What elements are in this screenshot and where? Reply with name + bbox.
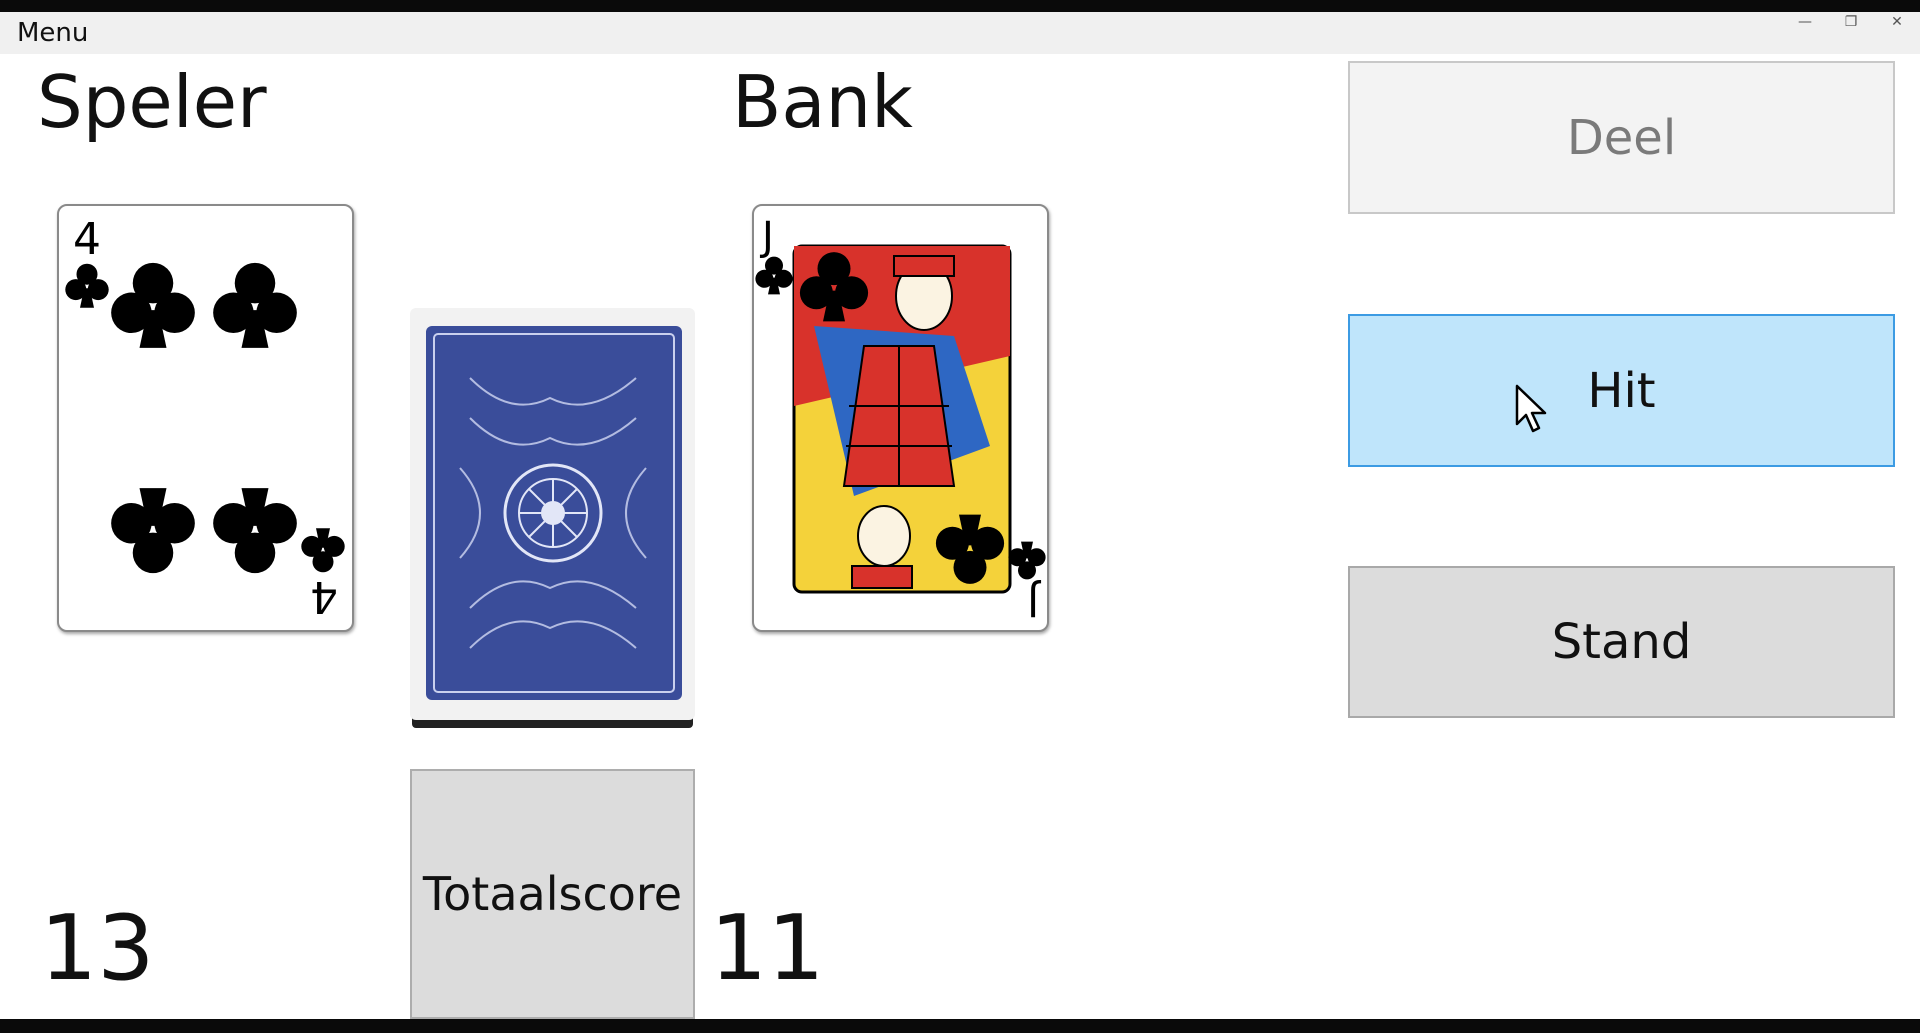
card-rank-inverted: J — [1027, 578, 1042, 624]
bottom-edge — [0, 1019, 1920, 1033]
menu-item[interactable]: Menu — [17, 18, 88, 48]
menu-bar: Menu — ❐ ✕ — [0, 12, 1920, 54]
restore-icon[interactable]: ❐ — [1836, 14, 1866, 30]
minimize-icon[interactable]: — — [1790, 14, 1820, 30]
card-rank: J — [759, 214, 774, 260]
four-of-clubs-card: 4 4 — [65, 214, 345, 622]
mouse-cursor-icon — [1515, 384, 1547, 433]
hit-button[interactable]: Hit — [1348, 314, 1895, 467]
title-bar — [0, 0, 1920, 12]
deck[interactable] — [410, 308, 695, 720]
jack-of-clubs-card: J J — [755, 214, 1046, 624]
player-score: 13 — [40, 896, 155, 1001]
player-card: 4 4 — [57, 204, 354, 632]
stand-button[interactable]: Stand — [1348, 566, 1895, 718]
deal-button[interactable]: Deel — [1348, 61, 1895, 214]
game-window: Menu — ❐ ✕ Speler 4 4 13 Totaalscore Ban… — [0, 0, 1920, 1033]
bank-title: Bank — [732, 60, 913, 144]
card-back-icon — [426, 326, 682, 700]
close-icon[interactable]: ✕ — [1882, 14, 1912, 30]
total-score-button[interactable]: Totaalscore — [410, 769, 695, 1019]
player-title: Speler — [37, 60, 267, 144]
card-rank: 4 — [73, 214, 101, 265]
bank-card: J J — [752, 204, 1049, 632]
card-rank-inverted: 4 — [310, 571, 338, 622]
bank-score: 11 — [710, 896, 825, 1001]
